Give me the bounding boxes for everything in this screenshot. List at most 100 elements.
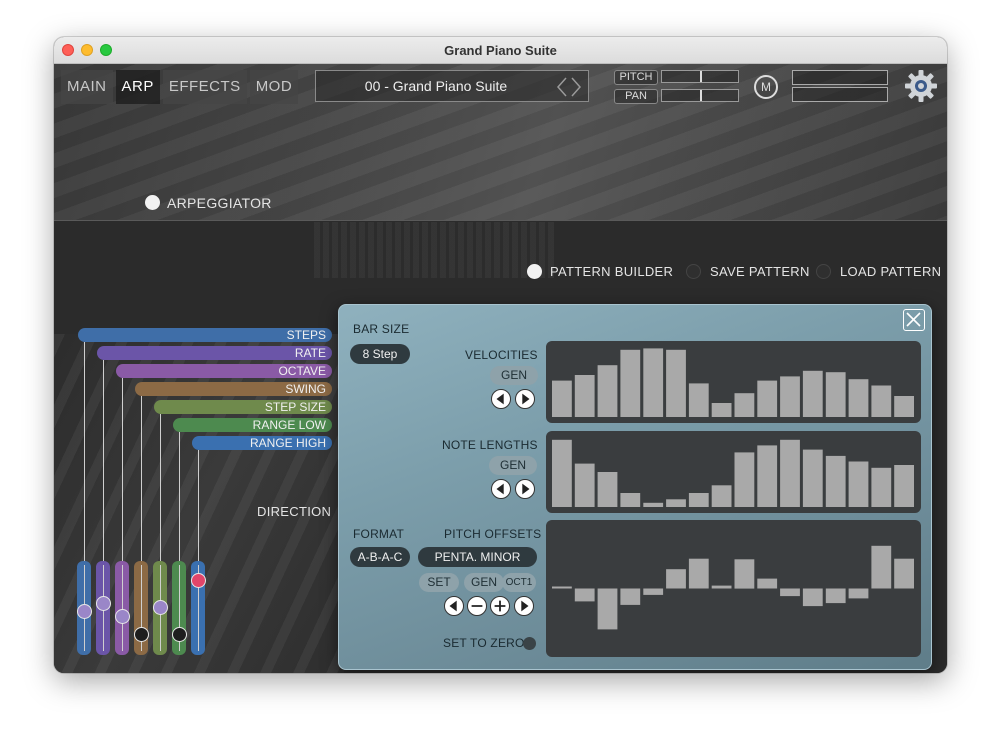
pitch-offsets-label: PITCH OFFSETS — [444, 527, 542, 541]
velocity-step-13[interactable] — [825, 372, 846, 417]
pitch-offset-step-9[interactable] — [734, 559, 755, 589]
velocity-step-10[interactable] — [757, 380, 778, 417]
slider-knob[interactable] — [77, 603, 92, 619]
load-pattern-button[interactable] — [816, 264, 831, 279]
note-length-step-14[interactable] — [848, 461, 869, 508]
preset-selector[interactable]: 00 - Grand Piano Suite — [315, 70, 589, 102]
note-length-step-4[interactable] — [620, 493, 641, 507]
format-selector[interactable]: A-B-A-C — [350, 547, 410, 567]
param-connector-line — [103, 360, 104, 561]
pitch-offset-step-3[interactable] — [597, 588, 618, 630]
pitch-offset-step-7[interactable] — [688, 558, 709, 589]
tab-main[interactable]: MAIN — [61, 70, 113, 104]
pan-slider[interactable] — [661, 89, 739, 102]
pitch-next-icon[interactable] — [514, 596, 534, 616]
arpeggiator-toggle[interactable] — [145, 195, 160, 210]
note-length-step-12[interactable] — [802, 449, 823, 507]
note-length-step-15[interactable] — [871, 467, 892, 507]
slider-knob[interactable] — [96, 596, 111, 612]
velocities-gen-button[interactable]: GEN — [490, 366, 538, 385]
preset-nav-arrows-icon[interactable] — [556, 76, 582, 98]
pitch-offset-step-13[interactable] — [825, 588, 846, 604]
velocity-step-11[interactable] — [780, 376, 800, 417]
velocities-prev-icon[interactable] — [491, 389, 511, 409]
tab-mod[interactable]: MOD — [249, 70, 299, 104]
pitch-offset-step-15[interactable] — [871, 545, 892, 589]
velocity-step-2[interactable] — [574, 375, 595, 417]
pitch-offset-step-5[interactable] — [643, 588, 664, 595]
note-length-step-7[interactable] — [688, 493, 709, 507]
param-rate-bar[interactable]: RATE — [97, 346, 332, 360]
minus-icon[interactable] — [467, 596, 487, 616]
note-length-step-6[interactable] — [666, 499, 686, 507]
velocity-step-16[interactable] — [894, 396, 914, 417]
pitch-offset-step-8[interactable] — [711, 585, 732, 589]
velocities-graph[interactable] — [546, 341, 921, 423]
pitch-offset-step-4[interactable] — [620, 588, 641, 605]
tab-arp[interactable]: ARP — [115, 70, 160, 104]
velocity-step-14[interactable] — [848, 379, 869, 417]
velocities-next-icon[interactable] — [515, 389, 535, 409]
tab-effects[interactable]: EFFECTS — [162, 70, 247, 104]
param-octave-bar[interactable]: OCTAVE — [116, 364, 332, 378]
bar-size-selector[interactable]: 8 Step — [350, 344, 410, 364]
note-length-step-1[interactable] — [552, 439, 572, 507]
pitch-offsets-graph[interactable] — [546, 520, 921, 657]
note-length-step-11[interactable] — [780, 439, 800, 507]
note-length-step-2[interactable] — [574, 463, 595, 507]
pitch-offset-step-1[interactable] — [552, 586, 572, 589]
velocity-step-1[interactable] — [552, 380, 572, 417]
param-steps-bar[interactable]: STEPS — [78, 328, 332, 342]
note-lengths-next-icon[interactable] — [515, 479, 535, 499]
velocities-label: VELOCITIES — [465, 348, 538, 362]
param-step-size-bar[interactable]: STEP SIZE — [154, 400, 332, 414]
note-length-step-13[interactable] — [825, 455, 846, 507]
note-length-step-8[interactable] — [711, 485, 732, 507]
plus-icon[interactable] — [490, 596, 510, 616]
pitch-offset-step-10[interactable] — [757, 578, 778, 589]
set-button[interactable]: SET — [419, 573, 459, 592]
note-lengths-graph[interactable] — [546, 431, 921, 513]
pitch-offset-step-14[interactable] — [848, 588, 869, 599]
scale-selector[interactable]: PENTA. MINOR — [418, 547, 537, 567]
note-length-step-10[interactable] — [757, 445, 778, 507]
param-range-low-bar[interactable]: RANGE LOW — [173, 418, 332, 432]
param-range-high-bar[interactable]: RANGE HIGH — [192, 436, 332, 450]
note-length-step-3[interactable] — [597, 472, 618, 507]
param-swing-bar[interactable]: SWING — [135, 382, 332, 396]
velocity-step-7[interactable] — [688, 383, 709, 417]
pitch-offset-step-12[interactable] — [802, 588, 823, 607]
note-length-step-16[interactable] — [894, 465, 914, 507]
velocity-step-5[interactable] — [643, 348, 664, 417]
slider-knob[interactable] — [153, 600, 168, 615]
pitch-slider-knob[interactable] — [700, 71, 702, 82]
note-length-step-5[interactable] — [643, 502, 664, 507]
gear-icon[interactable] — [904, 69, 938, 103]
velocity-step-6[interactable] — [666, 349, 686, 417]
pattern-builder-toggle[interactable] — [527, 264, 542, 279]
pitch-offset-step-16[interactable] — [894, 558, 914, 589]
set-to-zero-button[interactable] — [523, 637, 536, 650]
close-panel-button[interactable] — [903, 309, 925, 331]
note-lengths-prev-icon[interactable] — [491, 479, 511, 499]
velocity-step-9[interactable] — [734, 393, 755, 417]
velocity-step-8[interactable] — [711, 403, 732, 417]
slider-knob[interactable] — [191, 572, 206, 588]
velocity-step-4[interactable] — [620, 349, 641, 417]
output-meter-left — [792, 70, 888, 85]
velocity-step-3[interactable] — [597, 365, 618, 417]
m-button[interactable]: M — [754, 75, 778, 99]
pitch-prev-icon[interactable] — [444, 596, 464, 616]
pan-slider-knob[interactable] — [700, 90, 702, 101]
pitch-offset-step-11[interactable] — [780, 588, 800, 597]
note-length-step-9[interactable] — [734, 452, 755, 507]
note-lengths-gen-button[interactable]: GEN — [489, 456, 537, 475]
velocity-step-15[interactable] — [871, 385, 892, 418]
velocity-step-12[interactable] — [802, 370, 823, 417]
save-pattern-button[interactable] — [686, 264, 701, 279]
pitch-offset-step-2[interactable] — [574, 588, 595, 602]
pitch-gen-button[interactable]: GEN — [464, 573, 504, 592]
pitch-offset-step-6[interactable] — [666, 569, 686, 589]
octave-selector[interactable]: OCT1 — [502, 573, 536, 592]
pitch-slider[interactable] — [661, 70, 739, 83]
